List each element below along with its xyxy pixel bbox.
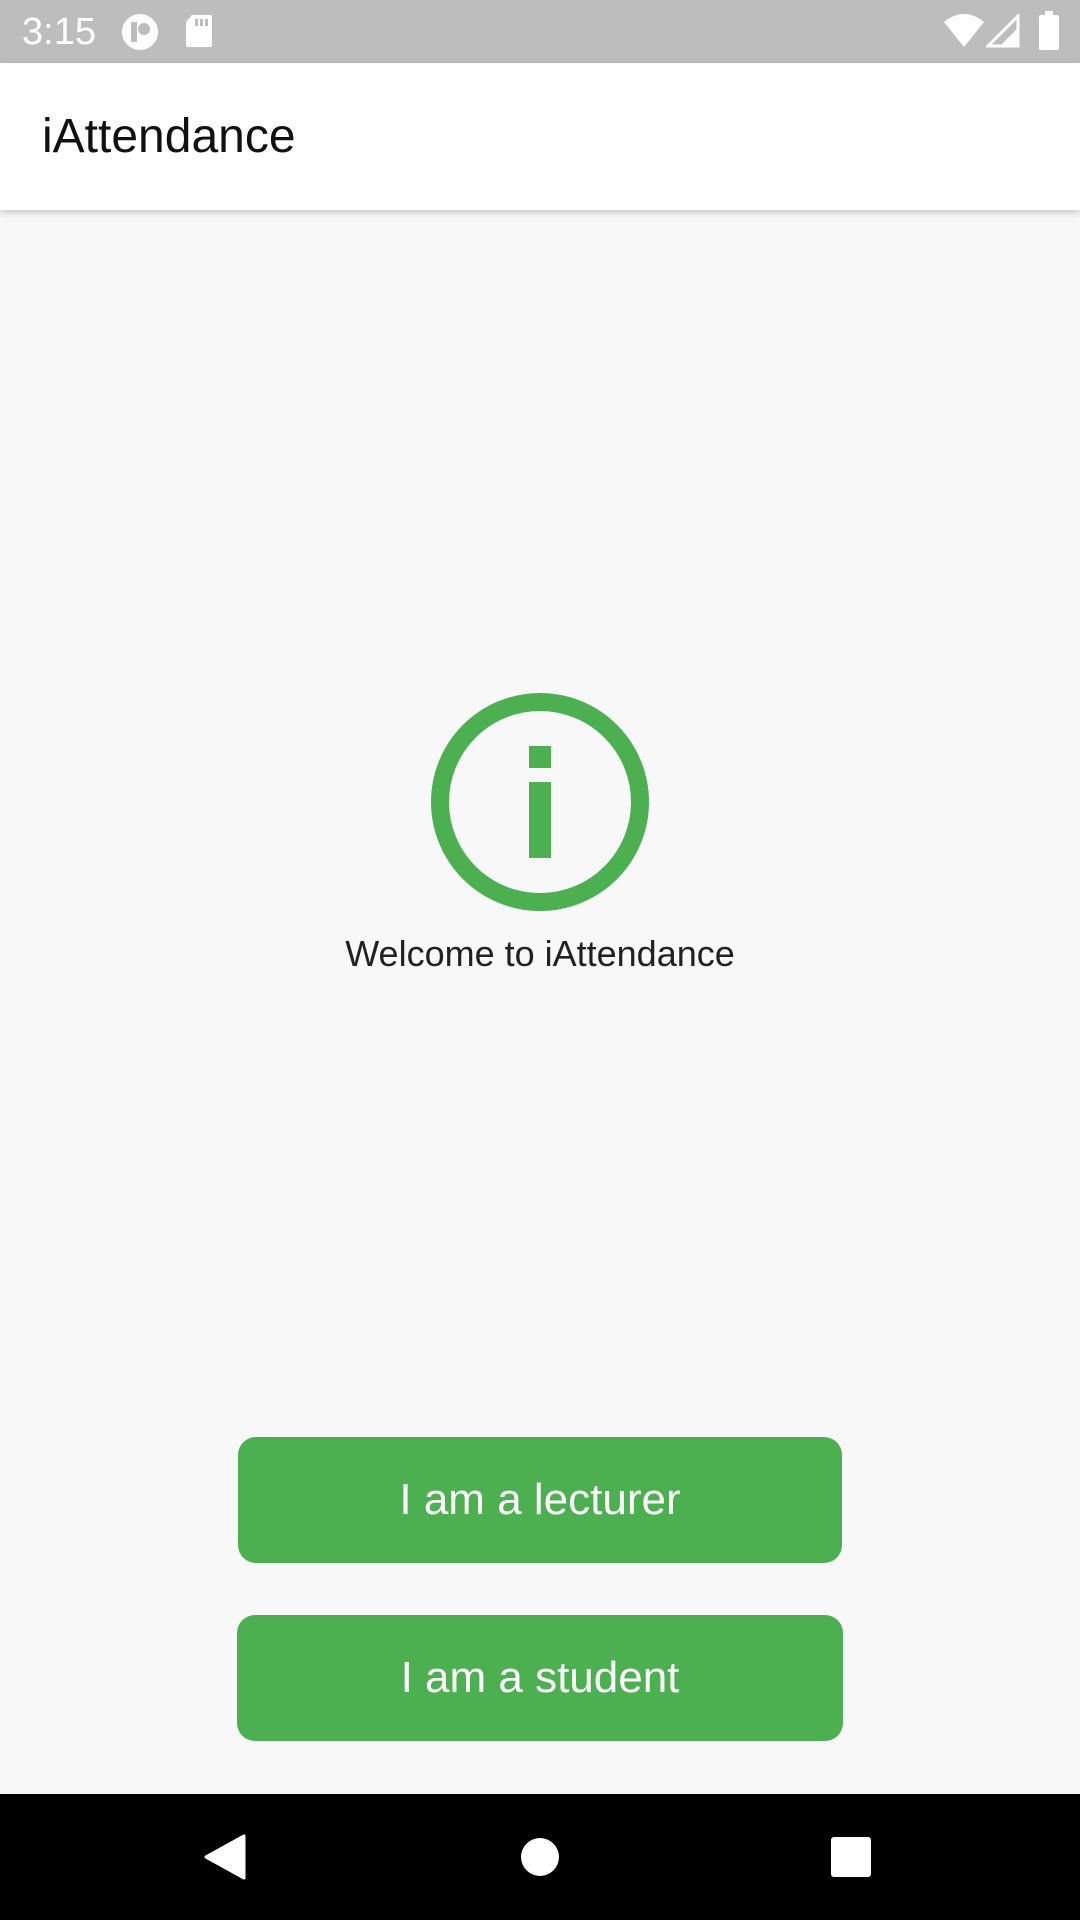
back-button[interactable] — [135, 1794, 315, 1920]
lecturer-button[interactable]: I am a lecturer — [238, 1437, 842, 1563]
screen: 3:15 iAttendance Welcome to iAttendance … — [0, 0, 1080, 1920]
battery-icon — [1039, 11, 1059, 50]
app-title: iAttendance — [42, 110, 296, 163]
recents-button[interactable] — [760, 1794, 940, 1920]
wifi-icon — [944, 14, 984, 47]
status-bar: 3:15 — [0, 0, 1080, 63]
sd-card-icon — [186, 15, 212, 47]
home-icon — [521, 1838, 559, 1876]
status-time: 3:15 — [22, 11, 96, 53]
notification-app-icon — [122, 14, 158, 50]
cell-signal-icon — [986, 14, 1020, 48]
recents-icon — [831, 1837, 871, 1877]
home-button[interactable] — [450, 1794, 630, 1920]
navigation-bar — [0, 1794, 1080, 1920]
back-icon — [204, 1834, 246, 1880]
welcome-text: Welcome to iAttendance — [345, 933, 735, 974]
app-bar: iAttendance — [0, 63, 1080, 210]
student-button[interactable]: I am a student — [237, 1615, 843, 1741]
info-icon — [431, 693, 649, 911]
